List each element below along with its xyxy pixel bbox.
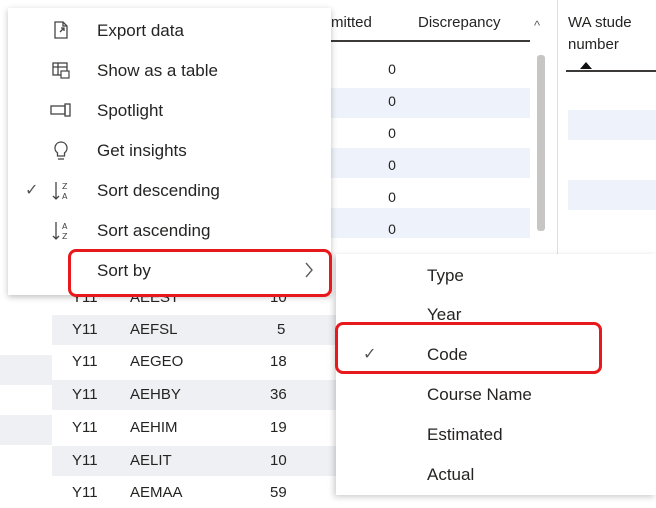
menu-item-get-insights[interactable]: Get insights <box>8 131 331 171</box>
scroll-up-button[interactable]: ^ <box>534 18 540 33</box>
submenu-item-actual[interactable]: Actual <box>336 455 656 495</box>
cell-value: 19 <box>270 419 287 436</box>
discrepancy-cell: 0 <box>388 61 396 77</box>
svg-text:Z: Z <box>62 182 68 191</box>
cell-code: AEHBY <box>130 386 181 403</box>
spotlight-icon <box>50 100 72 122</box>
discrepancy-cell: 0 <box>388 221 396 237</box>
cell-code: AEMAA <box>130 484 183 501</box>
menu-item-export-data[interactable]: Export data <box>8 11 331 51</box>
submenu-item-label: Actual <box>427 465 475 484</box>
sort-indicator-icon <box>580 62 592 69</box>
cell-year: Y11 <box>72 484 98 501</box>
header-line-2: number <box>568 36 619 53</box>
cell-year: Y11 <box>72 321 98 338</box>
column-header-discrepancy[interactable]: Discrepancy <box>418 14 501 31</box>
menu-item-show-as-table[interactable]: Show as a table <box>8 51 331 91</box>
check-icon: ✓ <box>25 182 39 199</box>
cell-value: 36 <box>270 386 287 403</box>
row-band <box>330 148 530 178</box>
submenu-item-label: Course Name <box>427 385 532 404</box>
cell-value: 59 <box>270 484 287 501</box>
cell-year: Y11 <box>72 386 98 403</box>
vertical-scrollbar-thumb[interactable] <box>537 55 545 231</box>
submenu-item-type[interactable]: Type <box>336 256 656 296</box>
menu-item-label: Spotlight <box>97 101 164 120</box>
header-line-1: WA stude <box>568 14 632 31</box>
submenu-item-course-name[interactable]: Course Name <box>336 375 656 415</box>
table-row: Y11 AEHIM 19 <box>52 413 342 443</box>
menu-item-sort-descending[interactable]: ✓ ZA Sort descending <box>8 171 331 211</box>
export-icon <box>50 20 72 42</box>
sort-by-highlight <box>68 249 332 297</box>
discrepancy-cell: 0 <box>388 189 396 205</box>
submenu-item-label: Type <box>427 266 464 285</box>
sort-descending-icon: ZA <box>50 180 72 202</box>
lightbulb-icon <box>50 140 72 162</box>
header-underline <box>566 70 656 72</box>
row-band <box>330 208 530 238</box>
cell-year: Y11 <box>72 419 98 436</box>
table-icon <box>50 60 72 82</box>
menu-item-spotlight[interactable]: Spotlight <box>8 91 331 131</box>
cell-value: 18 <box>270 353 287 370</box>
cell-code: AEHIM <box>130 419 178 436</box>
svg-text:Z: Z <box>62 232 68 241</box>
menu-item-label: Get insights <box>97 141 187 160</box>
submenu-item-label: Estimated <box>427 425 503 444</box>
discrepancy-cell: 0 <box>388 125 396 141</box>
table-row: Y11 AEFSL 5 <box>52 315 342 345</box>
table-row: Y11 AEMAA 59 <box>52 478 342 508</box>
wa-student-number-header[interactable]: WA stude number <box>568 12 656 56</box>
column-header-submitted[interactable]: mitted <box>331 14 372 31</box>
row-band <box>330 88 530 118</box>
menu-item-label: Sort ascending <box>97 221 211 240</box>
submenu-item-estimated[interactable]: Estimated <box>336 415 656 455</box>
cell-year: Y11 <box>72 452 98 469</box>
code-highlight <box>335 322 602 374</box>
discrepancy-cell: 0 <box>388 157 396 173</box>
table-row: Y11 AEHBY 36 <box>52 380 342 410</box>
svg-text:A: A <box>62 192 68 201</box>
header-underline <box>330 40 530 42</box>
discrepancy-cell: 0 <box>388 93 396 109</box>
menu-item-label: Export data <box>97 21 184 40</box>
menu-item-label: Sort descending <box>97 181 220 200</box>
cell-value: 5 <box>277 321 286 338</box>
sort-ascending-icon: AZ <box>50 220 72 242</box>
cell-code: AELIT <box>130 452 172 469</box>
table-row: Y11 AELIT 10 <box>52 446 342 476</box>
sort-by-submenu: Type Year ✓ Code Course Name Estimated A… <box>336 254 656 495</box>
cell-value: 10 <box>270 452 287 469</box>
menu-item-label: Show as a table <box>97 61 218 80</box>
cell-code: AEGEO <box>130 353 184 370</box>
svg-text:A: A <box>62 222 68 231</box>
table-row: Y11 AEGEO 18 <box>52 347 342 377</box>
menu-item-sort-ascending[interactable]: AZ Sort ascending <box>8 211 331 251</box>
cell-code: AEFSL <box>130 321 178 338</box>
cell-year: Y11 <box>72 353 98 370</box>
